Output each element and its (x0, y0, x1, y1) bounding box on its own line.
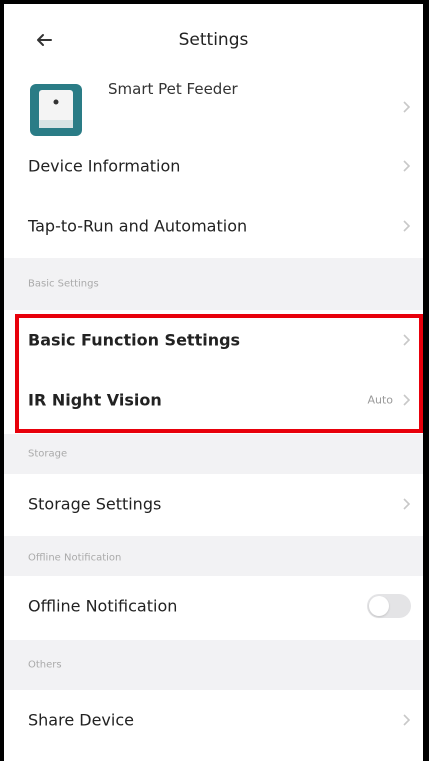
offline-notification-toggle[interactable] (367, 594, 411, 618)
chevron-right-icon (403, 334, 411, 346)
basic-function-settings-label: Basic Function Settings (28, 330, 241, 350)
device-row[interactable]: Smart Pet Feeder (4, 74, 423, 140)
chevron-right-icon (403, 101, 411, 113)
chevron-right-icon (403, 220, 411, 232)
share-device-label: Share Device (28, 710, 134, 730)
section-offline-notification: Offline Notification (4, 536, 423, 580)
pet-feeder-device-icon (30, 84, 82, 136)
tap-to-run-row[interactable]: Tap-to-Run and Automation (4, 196, 423, 256)
chevron-right-icon (403, 394, 411, 406)
chevron-right-icon (403, 498, 411, 510)
ir-night-vision-label: IR Night Vision (28, 390, 162, 410)
section-storage: Storage (4, 434, 423, 474)
device-name: Smart Pet Feeder (108, 80, 238, 98)
section-label: Storage (28, 448, 68, 460)
section-others: Others (4, 640, 423, 690)
device-information-row[interactable]: Device Information (4, 136, 423, 196)
tap-to-run-label: Tap-to-Run and Automation (28, 216, 248, 236)
section-label: Others (28, 659, 62, 671)
device-information-label: Device Information (28, 156, 181, 176)
ir-night-vision-value: Auto (367, 393, 393, 407)
top-bar: Settings (4, 4, 423, 74)
storage-settings-row[interactable]: Storage Settings (4, 474, 423, 534)
share-device-row[interactable]: Share Device (4, 690, 423, 750)
section-label: Basic Settings (28, 278, 99, 290)
basic-function-settings-row[interactable]: Basic Function Settings (4, 310, 423, 370)
offline-notification-label: Offline Notification (28, 596, 178, 616)
ir-night-vision-row[interactable]: IR Night Vision Auto (4, 370, 423, 430)
chevron-right-icon (403, 714, 411, 726)
page-title: Settings (178, 30, 249, 50)
offline-notification-row: Offline Notification (4, 576, 423, 636)
toggle-knob (369, 596, 389, 616)
storage-settings-label: Storage Settings (28, 494, 162, 514)
chevron-right-icon (403, 160, 411, 172)
section-basic-settings: Basic Settings (4, 258, 423, 310)
section-label: Offline Notification (28, 552, 122, 564)
